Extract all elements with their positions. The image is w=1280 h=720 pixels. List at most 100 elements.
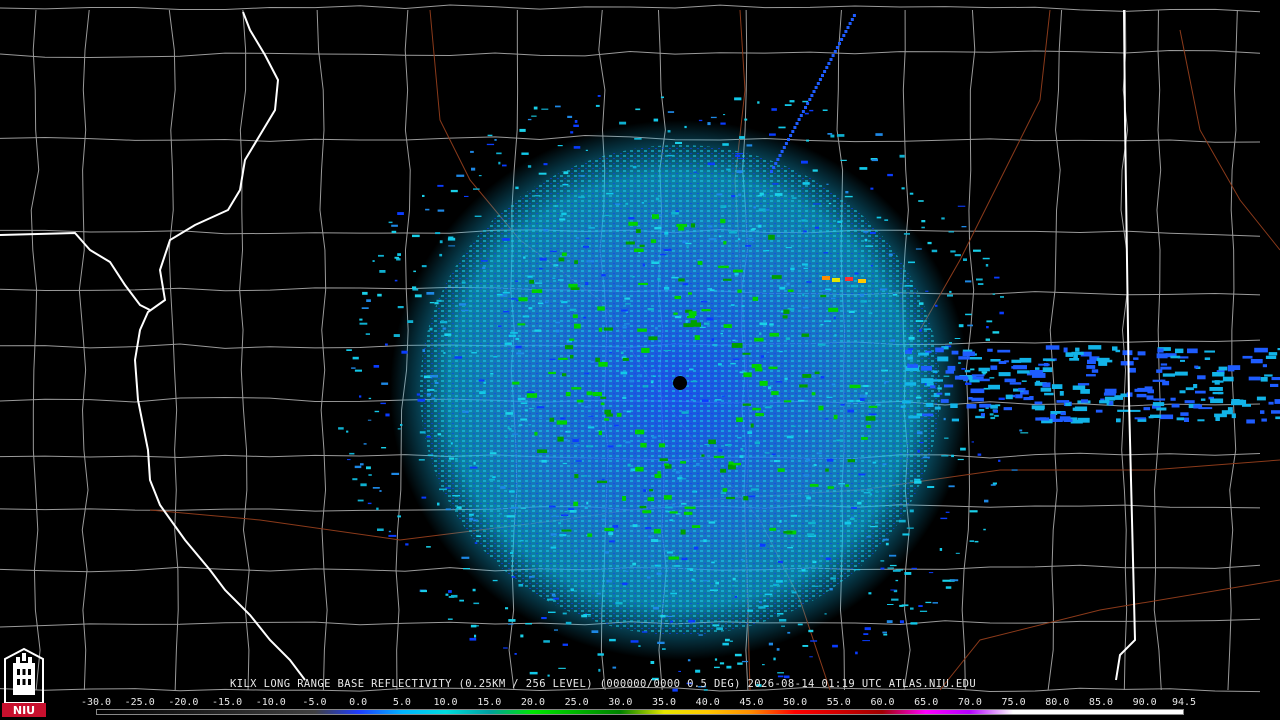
echo-pixel bbox=[871, 159, 878, 162]
echo-pixel bbox=[582, 475, 588, 477]
echo-pixel bbox=[397, 212, 404, 215]
echo-pixel-band bbox=[1227, 366, 1235, 372]
echo-pixel bbox=[923, 328, 932, 330]
echo-pixel-green bbox=[534, 431, 538, 436]
legend-label: 94.5 bbox=[1171, 697, 1197, 708]
echo-pixel-band bbox=[1195, 390, 1206, 394]
echo-pixel bbox=[845, 191, 849, 194]
echo-pixel bbox=[641, 202, 645, 204]
echo-pixel-green bbox=[814, 371, 820, 375]
echo-pixel bbox=[808, 629, 814, 633]
echo-pixel-green bbox=[720, 218, 726, 224]
echo-pixel bbox=[657, 641, 665, 644]
echo-pixel bbox=[373, 365, 380, 368]
echo-pixel bbox=[363, 443, 367, 445]
echo-pixel bbox=[360, 463, 364, 466]
echo-pixel bbox=[445, 593, 449, 596]
echo-pixel bbox=[963, 258, 967, 261]
echo-pixel bbox=[551, 515, 560, 517]
legend-label: 45.0 bbox=[739, 697, 764, 708]
echo-pixel bbox=[528, 424, 532, 426]
echo-pixel bbox=[824, 613, 827, 615]
echo-pixel bbox=[583, 245, 589, 248]
echo-pixel bbox=[461, 281, 466, 284]
echo-pixel bbox=[612, 524, 619, 528]
echo-pixel-band bbox=[947, 365, 956, 371]
echo-pixel bbox=[338, 427, 344, 430]
echo-pixel bbox=[886, 620, 893, 623]
echo-pixel bbox=[831, 383, 836, 386]
echo-pixel bbox=[989, 413, 994, 416]
echo-pixel bbox=[765, 209, 770, 211]
radar-map bbox=[0, 0, 1280, 720]
echo-pixel bbox=[615, 601, 623, 605]
echo-pixel bbox=[882, 463, 887, 466]
echo-pixel bbox=[976, 278, 983, 281]
echo-pixel bbox=[820, 324, 824, 326]
echo-pixel bbox=[622, 397, 627, 399]
echo-pixel-green bbox=[600, 402, 605, 406]
echo-radial-spike bbox=[852, 14, 856, 17]
echo-pixel bbox=[884, 219, 889, 221]
echo-pixel-green bbox=[673, 312, 678, 315]
echo-pixel-green bbox=[638, 282, 648, 285]
echo-pixel bbox=[731, 194, 736, 198]
echo-pixel-green bbox=[634, 248, 644, 252]
echo-pixel-green bbox=[771, 275, 782, 279]
echo-pixel bbox=[583, 316, 587, 319]
echo-pixel bbox=[802, 293, 805, 297]
echo-pixel bbox=[442, 327, 446, 330]
echo-pixel bbox=[820, 376, 825, 379]
echo-pixel-band bbox=[1077, 417, 1090, 423]
echo-pixel bbox=[778, 126, 786, 129]
echo-pixel bbox=[965, 280, 972, 283]
echo-pixel bbox=[719, 662, 725, 665]
echo-pixel-band bbox=[1209, 387, 1223, 391]
echo-pixel bbox=[779, 520, 782, 523]
echo-pixel bbox=[586, 260, 595, 263]
echo-pixel bbox=[496, 152, 502, 155]
echo-pixel bbox=[708, 521, 716, 524]
echo-pixel bbox=[844, 521, 852, 525]
echo-pixel-band bbox=[1268, 401, 1274, 405]
echo-pixel bbox=[565, 430, 571, 433]
echo-pixel bbox=[925, 290, 929, 292]
echo-pixel-green bbox=[782, 315, 788, 319]
echo-radial-spike bbox=[816, 82, 820, 85]
echo-pixel bbox=[379, 490, 382, 492]
echo-pixel bbox=[569, 308, 577, 311]
echo-pixel bbox=[469, 517, 473, 521]
echo-pixel bbox=[651, 261, 660, 264]
echo-pixel bbox=[585, 282, 589, 285]
echo-pixel bbox=[772, 183, 779, 185]
echo-pixel bbox=[830, 134, 835, 138]
echo-pixel bbox=[868, 592, 872, 595]
echo-pixel bbox=[911, 567, 917, 570]
echo-pixel-green bbox=[754, 337, 764, 342]
echo-pixel bbox=[751, 488, 759, 491]
echo-pixel bbox=[587, 426, 595, 429]
echo-pixel bbox=[718, 363, 722, 366]
echo-pixel bbox=[368, 474, 372, 476]
echo-pixel bbox=[388, 530, 391, 533]
echo-radial-spike bbox=[842, 34, 846, 37]
echo-pixel-band bbox=[1095, 409, 1103, 413]
echo-pixel bbox=[448, 590, 452, 593]
echo-pixel bbox=[494, 139, 497, 141]
echo-pixel bbox=[473, 602, 480, 605]
echo-pixel bbox=[570, 588, 574, 592]
echo-pixel bbox=[429, 302, 435, 304]
echo-pixel bbox=[690, 399, 694, 401]
echo-pixel bbox=[347, 459, 351, 461]
echo-pixel bbox=[803, 267, 808, 269]
echo-pixel bbox=[914, 480, 922, 484]
echo-pixel-green bbox=[659, 458, 668, 462]
echo-pixel-green bbox=[755, 367, 763, 372]
echo-pixel-band bbox=[1184, 400, 1195, 404]
echo-pixel-green bbox=[604, 327, 613, 331]
echo-pixel bbox=[550, 546, 557, 549]
echo-pixel bbox=[802, 306, 809, 309]
echo-pixel bbox=[826, 183, 829, 185]
echo-pixel bbox=[543, 229, 549, 232]
echo-pixel bbox=[650, 380, 654, 384]
